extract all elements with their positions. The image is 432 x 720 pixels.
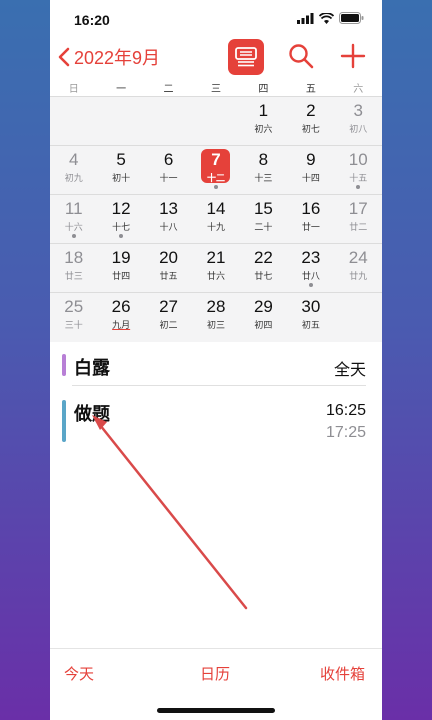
tab-inbox[interactable]: 收件箱 <box>320 663 365 684</box>
tab-calendars[interactable]: 日历 <box>200 663 230 684</box>
home-indicator <box>157 708 275 713</box>
tab-today[interactable]: 今天 <box>64 663 94 684</box>
annotation-arrow <box>92 415 248 610</box>
phone-screen: 16:20 2022年9月 日 一 二 三 四 五 六 1 初六 2 初七 3 … <box>50 0 382 720</box>
